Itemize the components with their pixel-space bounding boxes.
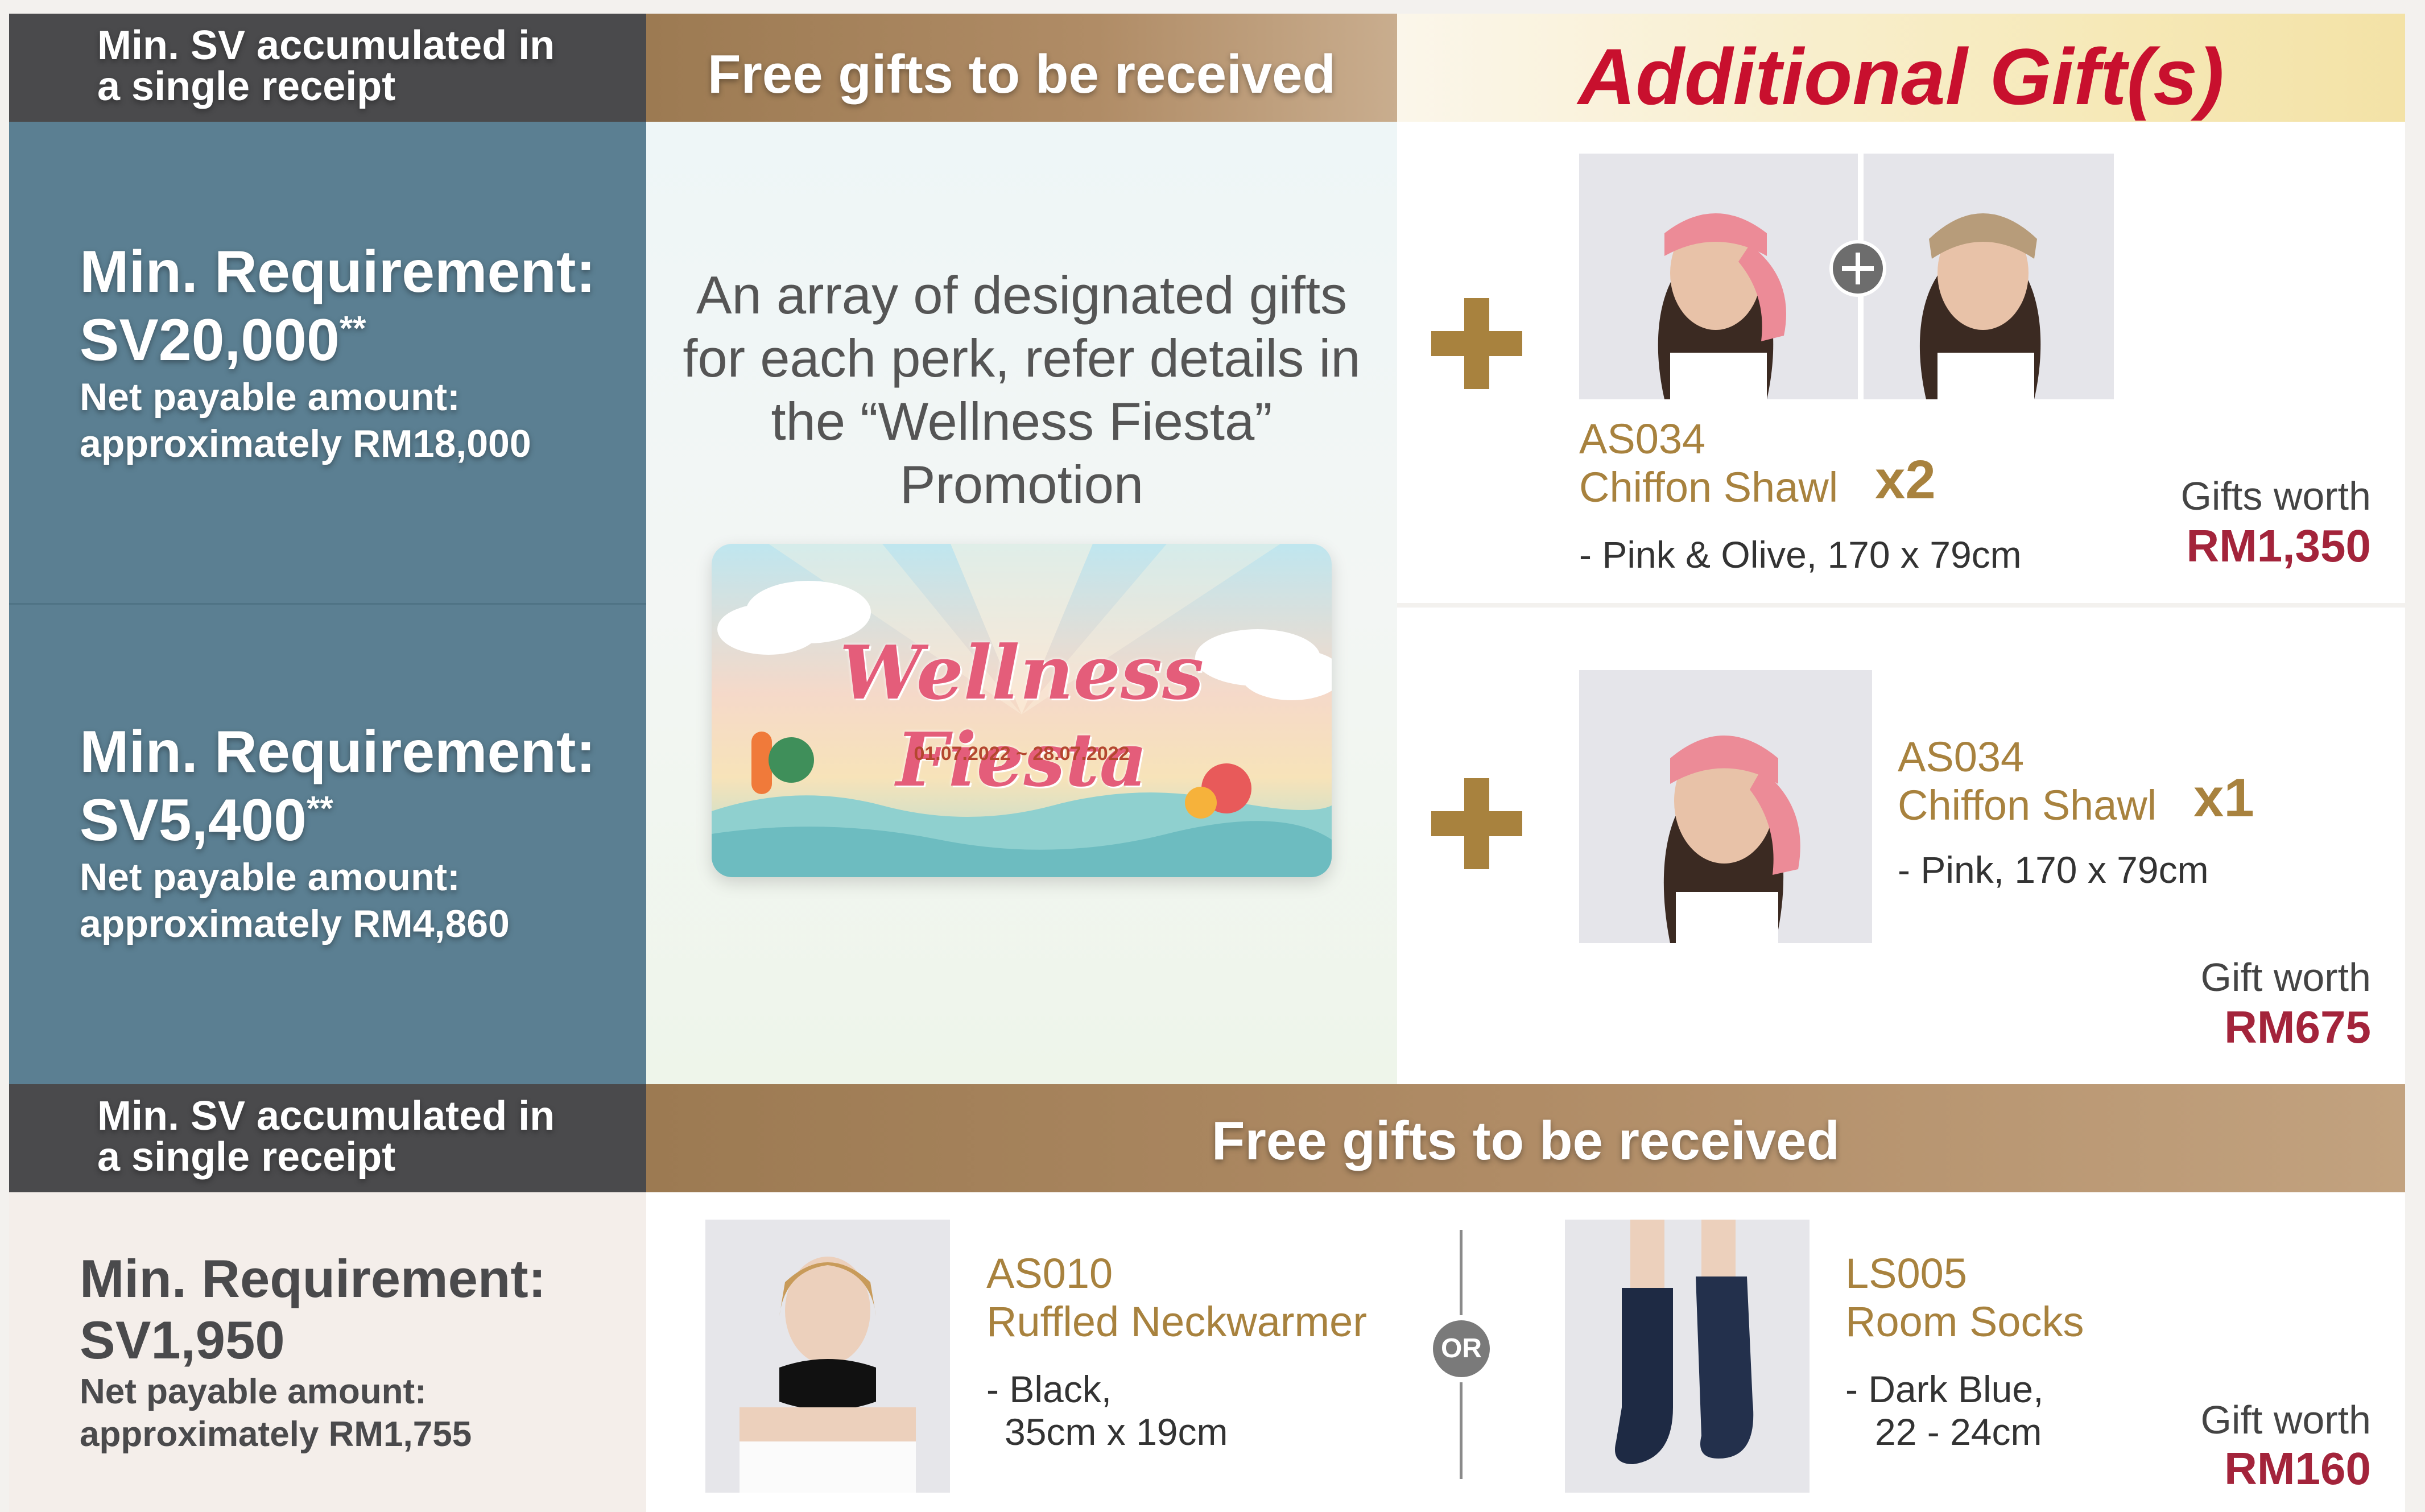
tier3-sv-amount: SV1,950	[80, 1310, 285, 1370]
header-free-gifts-label: Free gifts to be received	[707, 44, 1336, 105]
tier1-worth-value: RM1,350	[2186, 520, 2371, 571]
neckwarmer-photo	[705, 1220, 950, 1493]
tier1-item-name: Chiffon Shawl	[1579, 464, 1839, 511]
header2-free-gifts-label: Free gifts to be received	[1211, 1110, 1840, 1171]
item1-spec-size: 35cm x 19cm	[1005, 1411, 1228, 1453]
tier1-requirement-cell: Min. Requirement: SV20,000** Net payable…	[9, 122, 646, 603]
header-free-gifts-cell: Free gifts to be received	[646, 14, 1397, 122]
tier1-worth-label: Gifts worth	[2180, 474, 2371, 518]
item1-code: AS010	[986, 1250, 1113, 1297]
tier1-item-spec: - Pink & Olive, 170 x 79cm	[1579, 534, 2022, 576]
tier3-worth-label: Gift worth	[2200, 1398, 2371, 1442]
socks-photo	[1565, 1220, 1810, 1493]
shawl-olive-photo	[1864, 154, 2114, 399]
item2-name: Room Socks	[1845, 1298, 2084, 1345]
tier1-net-value: approximately RM18,000	[80, 422, 531, 465]
tier1-sv-amount: SV20,000**	[80, 307, 366, 373]
item2-spec-size: 22 - 24cm	[1875, 1411, 2042, 1453]
tier2-requirement-title: Min. Requirement:	[80, 719, 596, 785]
header2-sv-label: Min. SV accumulated in a single receipt	[97, 1093, 555, 1180]
shawl-pink-photo	[1579, 670, 1872, 943]
header-additional-gifts-cell: Additional Gift(s)	[1397, 14, 2405, 122]
item1-spec-color: - Black,	[986, 1368, 1112, 1410]
tier2-sv-amount: SV5,400**	[80, 787, 333, 853]
tier1-additional-gift-cell: AS034 Chiffon Shawl x2 - Pink & Olive, 1…	[1397, 122, 2405, 603]
header-sv-label-cell: Min. SV accumulated in a single receipt	[9, 14, 646, 122]
tier2-net-value: approximately RM4,860	[80, 902, 510, 945]
tier2-item-name: Chiffon Shawl	[1898, 782, 2157, 829]
tier3-gifts-cell: AS010 Ruffled Neckwarmer - Black, 35cm x…	[646, 1192, 2405, 1512]
wellness-fiesta-banner: Wellness Fiesta 01.07.2022 ~ 28.07.2022	[712, 544, 1332, 877]
tier2-multiplier: x1	[2193, 767, 2254, 828]
tier2-worth-value: RM675	[2224, 1002, 2371, 1052]
tier3-net-value: approximately RM1,755	[80, 1414, 472, 1454]
plus-circle-icon	[1829, 240, 1886, 297]
tier2-additional-gift-cell: AS034 Chiffon Shawl x1 - Pink, 170 x 79c…	[1397, 603, 2405, 1084]
tier2-item-code: AS034	[1898, 733, 2025, 780]
tier2-requirement-cell: Min. Requirement: SV5,400** Net payable …	[9, 603, 646, 1084]
plus-icon	[1431, 778, 1522, 869]
header-additional-gifts-label: Additional Gift(s)	[1578, 32, 2224, 121]
tier1-multiplier: x2	[1875, 449, 1936, 510]
tier3-net-label: Net payable amount:	[80, 1372, 427, 1412]
or-badge: OR	[1433, 1320, 1490, 1377]
center-description: An array of designated gifts for each pe…	[683, 265, 1361, 514]
tier1-net-label: Net payable amount:	[80, 375, 460, 419]
tier1-requirement-title: Min. Requirement:	[80, 239, 596, 305]
header2-free-gifts-cell: Free gifts to be received	[646, 1084, 2405, 1192]
divider-bottom	[1460, 1382, 1463, 1479]
banner-title: Wellness Fiesta	[839, 629, 1204, 803]
tier2-item-spec: - Pink, 170 x 79cm	[1898, 849, 2209, 891]
plus-icon	[1431, 298, 1522, 389]
shawl-pink-photo	[1579, 154, 1858, 399]
tier3-worth-value: RM160	[2224, 1443, 2371, 1494]
tier2-worth-label: Gift worth	[2200, 955, 2371, 999]
divider-top	[1460, 1230, 1463, 1315]
tier2-net-label: Net payable amount:	[80, 856, 460, 899]
banner-date: 01.07.2022 ~ 28.07.2022	[914, 743, 1130, 765]
tier3-requirement-title: Min. Requirement:	[80, 1249, 546, 1308]
item2-code: LS005	[1845, 1250, 1967, 1297]
item2-spec-color: - Dark Blue,	[1845, 1368, 2044, 1410]
tier3-requirement-cell: Min. Requirement: SV1,950 Net payable am…	[9, 1192, 646, 1512]
header2-sv-label-cell: Min. SV accumulated in a single receipt	[9, 1084, 646, 1192]
item1-name: Ruffled Neckwarmer	[986, 1298, 1367, 1345]
tier1-item-code: AS034	[1579, 415, 1706, 462]
header-sv-label: Min. SV accumulated in a single receipt	[97, 23, 555, 109]
center-gifts-cell: An array of designated gifts for each pe…	[646, 122, 1397, 1084]
or-label: OR	[1441, 1333, 1482, 1364]
